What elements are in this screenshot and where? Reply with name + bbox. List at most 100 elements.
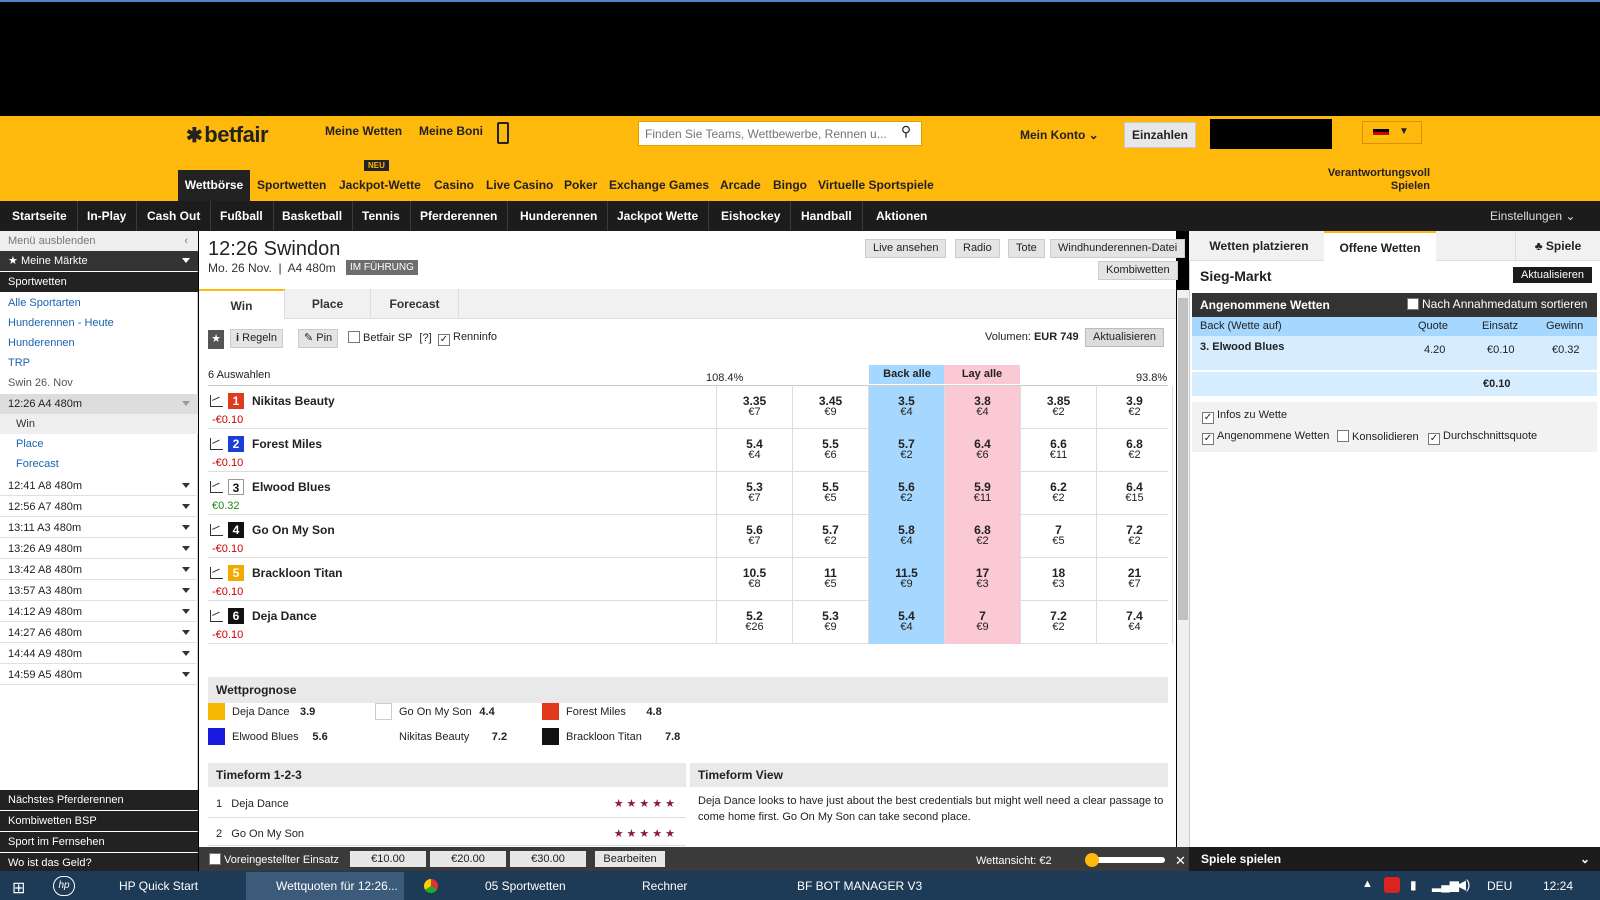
lay-price-cell[interactable]: 18 €3 <box>1020 558 1096 601</box>
product-tab-bingo[interactable]: Bingo <box>773 178 807 192</box>
refresh-button[interactable]: Aktualisieren <box>1085 328 1164 347</box>
runner-name[interactable]: Elwood Blues <box>252 480 331 494</box>
edit-stakes-button[interactable]: Bearbeiten <box>595 851 665 867</box>
radio-button[interactable]: Radio <box>955 239 1000 258</box>
sidebar-race-item[interactable]: 13:42 A8 480m <box>0 560 198 580</box>
tab-win[interactable]: Win <box>199 289 285 319</box>
lay-price-cell[interactable]: 6.8 €2 <box>1096 429 1172 472</box>
sidebar-race-item[interactable]: 14:12 A9 480m <box>0 602 198 622</box>
search-input[interactable] <box>638 121 922 146</box>
sidebar-race-item[interactable]: 12:41 A8 480m <box>0 476 198 496</box>
bet-view-slider-handle[interactable] <box>1085 853 1099 867</box>
sort-by-date-toggle[interactable]: Nach Annahmedatum sortieren <box>1407 297 1587 311</box>
mobile-phone-icon[interactable] <box>497 122 509 144</box>
bsp-checkbox[interactable] <box>348 331 360 343</box>
lay-price-cell[interactable]: 6.4 €15 <box>1096 472 1172 515</box>
sidebar-race-item[interactable]: 13:26 A9 480m <box>0 539 198 559</box>
sidebar-link-hunderennen-heute[interactable]: Hunderennen - Heute <box>0 313 198 333</box>
bet-view-slider[interactable] <box>1090 857 1165 863</box>
einstellungen-menu[interactable]: Einstellungen ⌄ <box>1490 201 1575 231</box>
betslip-refresh-button[interactable]: Aktualisieren <box>1513 267 1592 283</box>
tray-clock[interactable]: 12:24 <box>1543 879 1573 893</box>
stake-preset-10[interactable]: €10.00 <box>350 851 426 867</box>
tray-expand-icon[interactable]: ▲ <box>1362 878 1373 890</box>
back-price-cell[interactable]: 5.6 €2 <box>868 472 944 515</box>
chart-icon[interactable] <box>210 567 223 579</box>
nav-fussball[interactable]: Fußball <box>210 201 274 231</box>
back-price-cell[interactable]: 11.5 €9 <box>868 558 944 601</box>
tote-button[interactable]: Tote <box>1008 239 1045 258</box>
back-price-cell[interactable]: 5.8 €4 <box>868 515 944 558</box>
sidebar-market-place[interactable]: Place <box>0 434 198 454</box>
bet-info-checkbox[interactable]: ✓ <box>1202 412 1214 424</box>
taskbar-rechner[interactable]: Rechner <box>612 872 762 900</box>
sidebar-link-alle-sportarten[interactable]: Alle Sportarten <box>0 293 198 313</box>
responsible-gambling-link[interactable]: Verantwortungsvoll Spielen <box>1300 167 1430 193</box>
back-price-cell[interactable]: 11 €5 <box>792 558 868 601</box>
lay-price-cell[interactable]: 7.2 €2 <box>1096 515 1172 558</box>
tab-spiele[interactable]: ♣ Spiele <box>1515 231 1600 261</box>
sidebar-race-item[interactable]: 12:56 A7 480m <box>0 497 198 517</box>
product-tab-wettborse[interactable]: Wettbörse <box>178 170 250 201</box>
option-accepted[interactable]: ✓ Angenommene Wetten <box>1202 430 1329 445</box>
tab-forecast[interactable]: Forecast <box>371 289 459 319</box>
lay-price-cell[interactable]: 7 €5 <box>1020 515 1096 558</box>
lay-all-button[interactable]: Lay alle <box>944 365 1020 384</box>
language-selector[interactable]: ▼ <box>1362 121 1422 144</box>
option-average-odds[interactable]: ✓ Durchschnittsquote <box>1428 430 1537 445</box>
tray-battery-icon[interactable]: ▮ <box>1410 878 1417 892</box>
sidebar-current-race[interactable]: 12:26 A4 480m <box>0 394 198 414</box>
sidebar-sport-tv[interactable]: Sport im Fernsehen <box>0 832 198 852</box>
tray-volume-icon[interactable]: ◀) <box>1456 877 1470 893</box>
average-odds-checkbox[interactable]: ✓ <box>1428 433 1440 445</box>
lay-price-cell[interactable]: 17 €3 <box>944 558 1020 601</box>
lay-price-cell[interactable]: 6.8 €2 <box>944 515 1020 558</box>
back-price-cell[interactable]: 5.3 €7 <box>716 472 792 515</box>
back-price-cell[interactable]: 3.35 €7 <box>716 386 792 429</box>
lay-price-cell[interactable]: 5.9 €11 <box>944 472 1020 515</box>
back-price-cell[interactable]: 5.4 €4 <box>716 429 792 472</box>
sidebar-market-forecast[interactable]: Forecast <box>0 454 198 474</box>
sort-by-date-checkbox[interactable] <box>1407 298 1419 310</box>
chrome-icon[interactable] <box>424 879 438 893</box>
back-price-cell[interactable]: 3.45 €9 <box>792 386 868 429</box>
kombiwetten-button[interactable]: Kombiwetten <box>1098 261 1178 280</box>
stake-preset-30[interactable]: €30.00 <box>510 851 586 867</box>
bet-row[interactable]: 3. Elwood Blues 4.20 €0.10 €0.32 <box>1192 336 1597 370</box>
lay-price-cell[interactable]: 3.8 €4 <box>944 386 1020 429</box>
windows-start-icon[interactable]: ⊞ <box>12 878 25 898</box>
back-price-cell[interactable]: 5.7 €2 <box>868 429 944 472</box>
back-all-button[interactable]: Back alle <box>869 365 945 384</box>
nav-cash-out[interactable]: Cash Out <box>137 201 212 231</box>
runner-name[interactable]: Nikitas Beauty <box>252 394 335 408</box>
einzahlen-button[interactable]: Einzahlen <box>1124 122 1196 148</box>
sidebar-race-item[interactable]: 14:59 A5 480m <box>0 665 198 685</box>
chart-icon[interactable] <box>210 610 223 622</box>
preset-stake-checkbox[interactable] <box>209 853 221 865</box>
back-price-cell[interactable]: 10.5 €8 <box>716 558 792 601</box>
bsp-toggle[interactable]: Betfair SP [?] <box>348 331 432 344</box>
product-tab-sportwetten[interactable]: Sportwetten <box>257 178 326 192</box>
taskbar-folder-sportwetten[interactable]: 05 Sportwetten <box>455 872 605 900</box>
back-price-cell[interactable]: 5.5 €6 <box>792 429 868 472</box>
taskbar-hp-quick-start[interactable]: HP Quick Start <box>89 872 241 900</box>
nav-eishockey[interactable]: Eishockey <box>711 201 792 231</box>
tab-wetten-platzieren[interactable]: Wetten platzieren <box>1190 231 1328 261</box>
lay-price-cell[interactable]: 6.4 €6 <box>944 429 1020 472</box>
meine-wetten-link[interactable]: Meine Wetten <box>325 124 402 138</box>
sidebar-race-item[interactable]: 13:57 A3 480m <box>0 581 198 601</box>
chart-icon[interactable] <box>210 481 223 493</box>
sidebar-race-item[interactable]: 13:11 A3 480m <box>0 518 198 538</box>
nav-aktionen[interactable]: Aktionen <box>866 201 937 231</box>
lay-price-cell[interactable]: 7 €9 <box>944 601 1020 644</box>
tray-app-icon[interactable] <box>1384 877 1400 893</box>
nav-tennis[interactable]: Tennis <box>352 201 411 231</box>
taskbar-browser-window[interactable]: Wettquoten für 12:26... <box>246 872 404 900</box>
sidebar-where-money[interactable]: Wo ist das Geld? <box>0 853 198 871</box>
back-price-cell[interactable]: 5.2 €26 <box>716 601 792 644</box>
product-tab-casino[interactable]: Casino <box>434 178 474 192</box>
option-bet-info[interactable]: ✓ Infos zu Wette <box>1202 409 1287 424</box>
back-price-cell[interactable]: 5.5 €5 <box>792 472 868 515</box>
lay-price-cell[interactable]: 3.85 €2 <box>1020 386 1096 429</box>
meine-maerkte-toggle[interactable]: ★ Meine Märkte <box>0 251 198 271</box>
